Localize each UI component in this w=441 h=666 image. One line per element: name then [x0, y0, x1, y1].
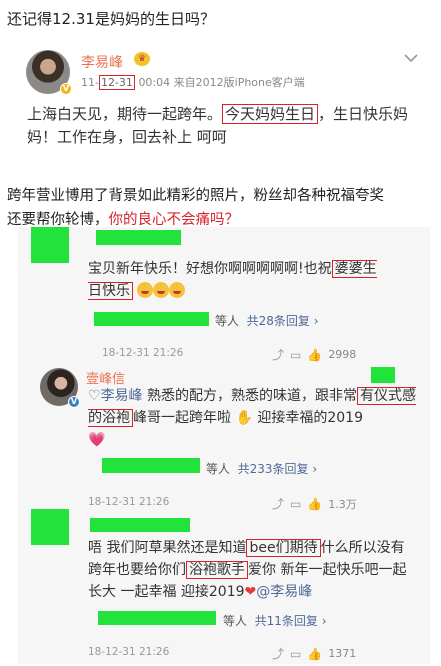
- comment-text-before: 唔 我们阿草果然还是知道: [88, 540, 247, 556]
- comment-mention[interactable]: 李易峰: [101, 388, 143, 404]
- caption-line1: 跨年营业博用了背景如此精彩的照片，粉丝却各种祝福夸奖: [7, 188, 384, 204]
- comment-icon[interactable]: ▭: [290, 497, 301, 511]
- share-icon[interactable]: ⤴: [272, 645, 284, 662]
- post-text-highlight: 今天妈妈生日: [222, 104, 319, 124]
- comment-icon[interactable]: ▭: [290, 348, 301, 362]
- comment-text: 唔 我们阿草果然还是知道 bee们期待 什么所以没有跨年也要给你们 浴袍歌手 爱你 新年…: [88, 537, 408, 603]
- post-meta: 11- 12-31 00:04 来自2012版iPhone客户端: [81, 74, 305, 90]
- censor-bar: [96, 230, 181, 245]
- post-date: 12-31: [98, 75, 135, 90]
- post-username[interactable]: 李易峰: [81, 52, 123, 72]
- censor-bar: [371, 367, 395, 383]
- like-count: 2998: [328, 348, 357, 361]
- like-icon[interactable]: 👍: [307, 647, 322, 661]
- post-text: 上海白天见，期待一起跨年。 今天妈妈生日 ，生日快乐妈妈！工作在身，回去补上 呵呵: [27, 103, 429, 149]
- replies-suffix: 等人: [206, 462, 231, 476]
- comment-text-before: 熟悉的配方，熟悉的味道，跟非常: [147, 388, 358, 404]
- emoji-icon: [137, 282, 154, 298]
- replies-link[interactable]: 共11条回复: [255, 614, 318, 628]
- replies-suffix: 等人: [223, 614, 248, 628]
- heart-icon: ❤: [244, 584, 257, 600]
- page-title: 还记得12.31是妈妈的生日吗？: [7, 10, 215, 28]
- censor-bar: [94, 312, 209, 326]
- crown-icon: ♛: [134, 52, 150, 66]
- caption-line2-red: 你的良心不会痛吗？: [108, 212, 240, 228]
- chevron-right-icon: ›: [309, 314, 319, 328]
- comment-highlight: bee们期待: [246, 539, 321, 557]
- post-text-before: 上海白天见，期待一起跨年。: [27, 105, 223, 123]
- caption-line2-plain: 还要帮你轮博，: [7, 212, 109, 228]
- chevron-down-icon[interactable]: [404, 53, 418, 63]
- replies-suffix: 等人: [215, 314, 240, 328]
- post-date-prefix: 11-: [81, 76, 99, 89]
- comment-username[interactable]: 壹峰信: [86, 368, 125, 387]
- post-time: 00:04: [138, 76, 171, 89]
- comment-actions: ⤴ ▭ 👍 1.3万: [272, 495, 357, 512]
- emoji-icon: [169, 282, 186, 298]
- like-count: 1.3万: [328, 497, 357, 511]
- like-icon[interactable]: 👍: [307, 348, 322, 362]
- comments-panel: 宝贝新年快乐！好想你啊啊啊啊啊!也祝 婆婆生日快乐 等人 共28条回复 › 18-…: [18, 227, 430, 664]
- censor-bar: [90, 518, 190, 532]
- censor-bar: [31, 227, 69, 263]
- like-count: 1371: [328, 647, 357, 660]
- censor-bar: [98, 611, 216, 625]
- wave-icon: ✋: [235, 410, 253, 426]
- timestamp: 18-12-31 21:26: [88, 646, 170, 658]
- comment-text-tail: 迎接幸福的2019: [257, 410, 363, 426]
- timestamp: 18-12-31 21:26: [102, 347, 184, 359]
- share-icon[interactable]: ⤴: [272, 346, 284, 363]
- replies-link[interactable]: 共28条回复: [247, 314, 310, 328]
- chevron-right-icon: ›: [308, 462, 318, 476]
- comment-text: ♡李易峰 熟悉的配方，熟悉的味道，跟非常 有仪式感的浴袍 峰哥一起跨年啦 ✋ 迎接幸…: [88, 385, 418, 451]
- verified-badge-icon: V: [68, 396, 80, 408]
- chevron-right-icon: ›: [317, 614, 327, 628]
- censor-bar: [102, 458, 200, 473]
- replies-summary[interactable]: 等人 共28条回复 ›: [215, 312, 319, 329]
- comment-highlight: 浴袍歌手: [186, 561, 248, 579]
- replies-summary[interactable]: 等人 共11条回复 ›: [223, 612, 327, 629]
- comment-icon[interactable]: ▭: [290, 647, 301, 661]
- comment-mention[interactable]: @李易峰: [256, 584, 312, 600]
- censor-bar: [31, 509, 69, 545]
- caption: 跨年营业博用了背景如此精彩的照片，粉丝却各种祝福夸奖 还要帮你轮博，你的良心不会…: [7, 184, 437, 232]
- post-source: 来自2012版iPhone客户端: [173, 76, 305, 89]
- heart-icon: 💗: [88, 432, 106, 448]
- verified-badge-icon: V: [60, 83, 72, 95]
- like-icon[interactable]: 👍: [307, 497, 322, 511]
- comment-actions: ⤴ ▭ 👍 1371: [272, 645, 356, 662]
- comment-text: 宝贝新年快乐！好想你啊啊啊啊啊!也祝 婆婆生日快乐: [88, 258, 388, 302]
- comment-actions: ⤴ ▭ 👍 2998: [272, 346, 356, 363]
- comment-text-after: 峰哥一起跨年啦: [133, 410, 231, 426]
- replies-link[interactable]: 共233条回复: [238, 462, 309, 476]
- share-icon[interactable]: ⤴: [272, 495, 284, 512]
- mention-icon: ♡: [88, 388, 101, 404]
- comment-text-before: 宝贝新年快乐！好想你啊啊啊啊啊!也祝: [88, 261, 332, 277]
- replies-summary[interactable]: 等人 共233条回复 ›: [206, 460, 317, 477]
- emoji-icon: [153, 282, 170, 298]
- timestamp: 18-12-31 21:26: [88, 496, 170, 508]
